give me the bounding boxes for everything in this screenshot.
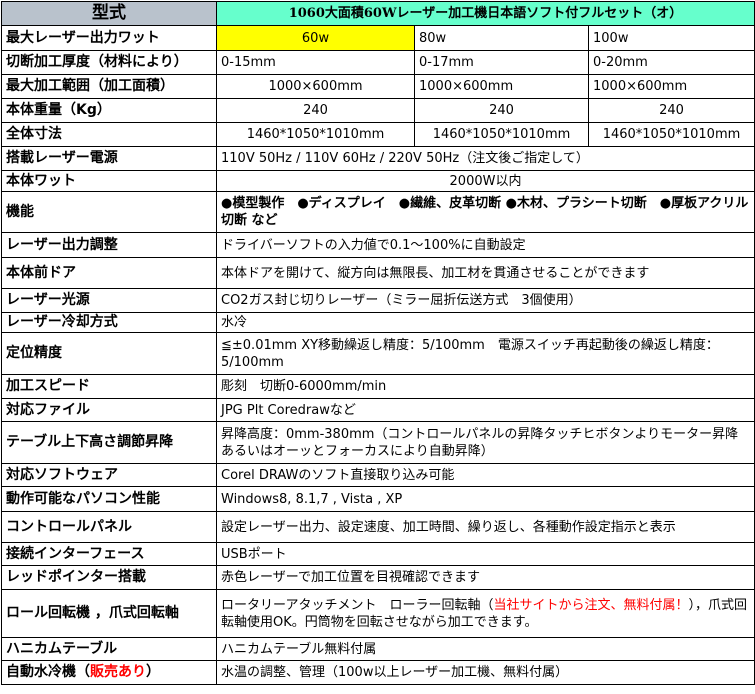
table-row: テーブル上下高さ調節昇降 昇降高度：0mm-380mm（コントロールパネルの昇降… xyxy=(1,421,755,464)
row-label: レーザー出力調整 xyxy=(1,232,217,258)
row-label: 動作可能なパソコン性能 xyxy=(1,486,217,512)
row-label: 定位精度 xyxy=(1,332,217,375)
row-label: 全体寸法 xyxy=(1,122,217,147)
row-label: 本体重量（Kg） xyxy=(1,98,217,123)
row-label: ハニカムテーブル xyxy=(1,637,217,661)
table-cell: 水温の調整、管理（100w以上レーザー加工機、無料付属） xyxy=(215,660,755,685)
chiller-label: 自動水冷機（ xyxy=(6,664,90,680)
table-row: 本体前ドア 本体ドアを開けて、縦方向は無限長、加工材を貫通させることができます xyxy=(1,257,755,289)
chiller-label-end: ） xyxy=(146,664,160,680)
table-cell: ロータリーアタッチメント ローラー回転軸（当社サイトから注文、無料付属！），爪式… xyxy=(215,589,755,638)
row-label: 機能 xyxy=(1,191,217,233)
table-cell: ドライバーソフトの入力値で0.1～100%に自動設定 xyxy=(215,232,755,258)
table-cell: 1460*1050*1010mm xyxy=(216,122,415,147)
table-cell: 設定レーザー出力、設定速度、加工時間、繰り返し、各種動作設定指示と表示 xyxy=(215,511,755,543)
row-label: 加工スピード xyxy=(1,374,217,399)
table-cell: 赤色レーザーで加工位置を目視確認できます xyxy=(215,565,755,590)
table-cell: 昇降高度：0mm-380mm（コントロールパネルの昇降タッチヒボタンよりモーター… xyxy=(215,421,755,464)
product-title: 1060大面積60Wレーザー加工機日本語ソフト付フルセット（オ） xyxy=(215,1,755,26)
rotary-text: ロータリーアタッチメント ローラー回転軸（ xyxy=(221,597,494,613)
table-row: 本体重量（Kg） 240 240 240 xyxy=(1,98,755,123)
power-100w-cell: 100w xyxy=(587,25,755,51)
row-label: 本体ワット xyxy=(1,170,217,192)
table-cell: ●模型製作 ●ディスプレイ ●繊維、皮革切断 ●木材、プラシート切断 ●厚板アク… xyxy=(215,191,755,233)
table-cell: 240 xyxy=(216,98,415,123)
row-label: 自動水冷機（販売あり） xyxy=(1,660,217,685)
table-row: ロール回転機 ，爪式回転軸 ロータリーアタッチメント ローラー回転軸（当社サイト… xyxy=(1,589,755,638)
table-cell: 240 xyxy=(414,98,589,123)
table-row: レーザー光源 CO2ガス封じ切りレーザー（ミラー屈折伝送方式 3個使用） xyxy=(1,288,755,313)
table-cell: JPG Plt Coredrawなど xyxy=(215,398,755,422)
table-row: 接続インターフェース USBポート xyxy=(1,542,755,566)
row-label: 切断加工厚度（材料により） xyxy=(1,50,217,75)
table-cell: 1000×600mm xyxy=(216,74,415,99)
table-cell: Windows8, 8.1,7 , Vista , XP xyxy=(215,486,755,512)
table-row: レーザー冷却方式 水冷 xyxy=(1,312,755,333)
table-cell: 240 xyxy=(587,98,755,123)
table-cell: 0-15mm xyxy=(216,50,415,75)
table-row: 定位精度 ≦±0.01mm XY移動繰返し精度：5/100mm 電源スイッチ再起… xyxy=(1,332,755,375)
row-label: レーザー冷却方式 xyxy=(1,312,217,333)
row-label: コントロールパネル xyxy=(1,511,217,543)
row-label: レーザー光源 xyxy=(1,288,217,313)
power-80w-cell: 80w xyxy=(414,25,589,51)
rotary-free-note: 当社サイトから注文、無料付属！ xyxy=(493,597,689,613)
table-cell: 水冷 xyxy=(215,312,755,333)
table-cell: ハニカムテーブル無料付属 xyxy=(215,637,755,661)
spec-table: 型式 1060大面積60Wレーザー加工機日本語ソフト付フルセット（オ） 最大レー… xyxy=(1,1,755,685)
table-cell: ≦±0.01mm XY移動繰返し精度：5/100mm 電源スイッチ再起動後の繰返… xyxy=(215,332,755,375)
table-cell: 1460*1050*1010mm xyxy=(414,122,589,147)
row-label: レッドポインター搭載 xyxy=(1,565,217,590)
row-label: 本体前ドア xyxy=(1,257,217,289)
header-row: 型式 1060大面積60Wレーザー加工機日本語ソフト付フルセット（オ） xyxy=(1,1,755,26)
row-label: 対応ソフトウェア xyxy=(1,463,217,487)
table-row: レーザー出力調整 ドライバーソフトの入力値で0.1～100%に自動設定 xyxy=(1,232,755,258)
table-cell: 0-20mm xyxy=(587,50,755,75)
table-row: ハニカムテーブル ハニカムテーブル無料付属 xyxy=(1,637,755,661)
table-cell: 1460*1050*1010mm xyxy=(587,122,755,147)
model-label: 型式 xyxy=(1,1,217,26)
row-label: 最大レーザー出力ワット xyxy=(1,25,217,51)
table-row: 全体寸法 1460*1050*1010mm 1460*1050*1010mm 1… xyxy=(1,122,755,147)
table-row: 機能 ●模型製作 ●ディスプレイ ●繊維、皮革切断 ●木材、プラシート切断 ●厚… xyxy=(1,191,755,233)
table-cell: 彫刻 切断0-6000mm/min xyxy=(215,374,755,399)
table-row: 最大レーザー出力ワット 60w 80w 100w xyxy=(1,25,755,51)
row-label: 対応ファイル xyxy=(1,398,217,422)
table-row: レッドポインター搭載 赤色レーザーで加工位置を目視確認できます xyxy=(1,565,755,590)
for-sale-note: 販売あり xyxy=(90,664,146,680)
table-cell: USBポート xyxy=(215,542,755,566)
table-cell: CO2ガス封じ切りレーザー（ミラー屈折伝送方式 3個使用） xyxy=(215,288,755,313)
table-row: コントロールパネル 設定レーザー出力、設定速度、加工時間、繰り返し、各種動作設定… xyxy=(1,511,755,543)
row-label: 搭載レーザー電源 xyxy=(1,146,217,171)
row-label: 最大加工範囲（加工面積） xyxy=(1,74,217,99)
table-row: 対応ソフトウェア Corel DRAWのソフト直接取り込み可能 xyxy=(1,463,755,487)
table-row: 動作可能なパソコン性能 Windows8, 8.1,7 , Vista , XP xyxy=(1,486,755,512)
table-row: 切断加工厚度（材料により） 0-15mm 0-17mm 0-20mm xyxy=(1,50,755,75)
table-cell: Corel DRAWのソフト直接取り込み可能 xyxy=(215,463,755,487)
row-label: テーブル上下高さ調節昇降 xyxy=(1,421,217,464)
table-cell: 本体ドアを開けて、縦方向は無限長、加工材を貫通させることができます xyxy=(215,257,755,289)
table-cell: 110V 50Hz / 110V 60Hz / 220V 50Hz（注文後ご指定… xyxy=(215,146,755,171)
table-row: 自動水冷機（販売あり） 水温の調整、管理（100w以上レーザー加工機、無料付属） xyxy=(1,660,755,685)
table-cell: 1000×600mm xyxy=(414,74,589,99)
table-row: 搭載レーザー電源 110V 50Hz / 110V 60Hz / 220V 50… xyxy=(1,146,755,171)
table-row: 本体ワット 2000W以内 xyxy=(1,170,755,192)
table-cell: 2000W以内 xyxy=(215,170,755,192)
table-cell: 1000×600mm xyxy=(587,74,755,99)
table-row: 最大加工範囲（加工面積） 1000×600mm 1000×600mm 1000×… xyxy=(1,74,755,99)
power-60w-cell: 60w xyxy=(216,25,415,51)
row-label: 接続インターフェース xyxy=(1,542,217,566)
row-label: ロール回転機 ，爪式回転軸 xyxy=(1,589,217,638)
table-row: 対応ファイル JPG Plt Coredrawなど xyxy=(1,398,755,422)
table-cell: 0-17mm xyxy=(414,50,589,75)
table-row: 加工スピード 彫刻 切断0-6000mm/min xyxy=(1,374,755,399)
